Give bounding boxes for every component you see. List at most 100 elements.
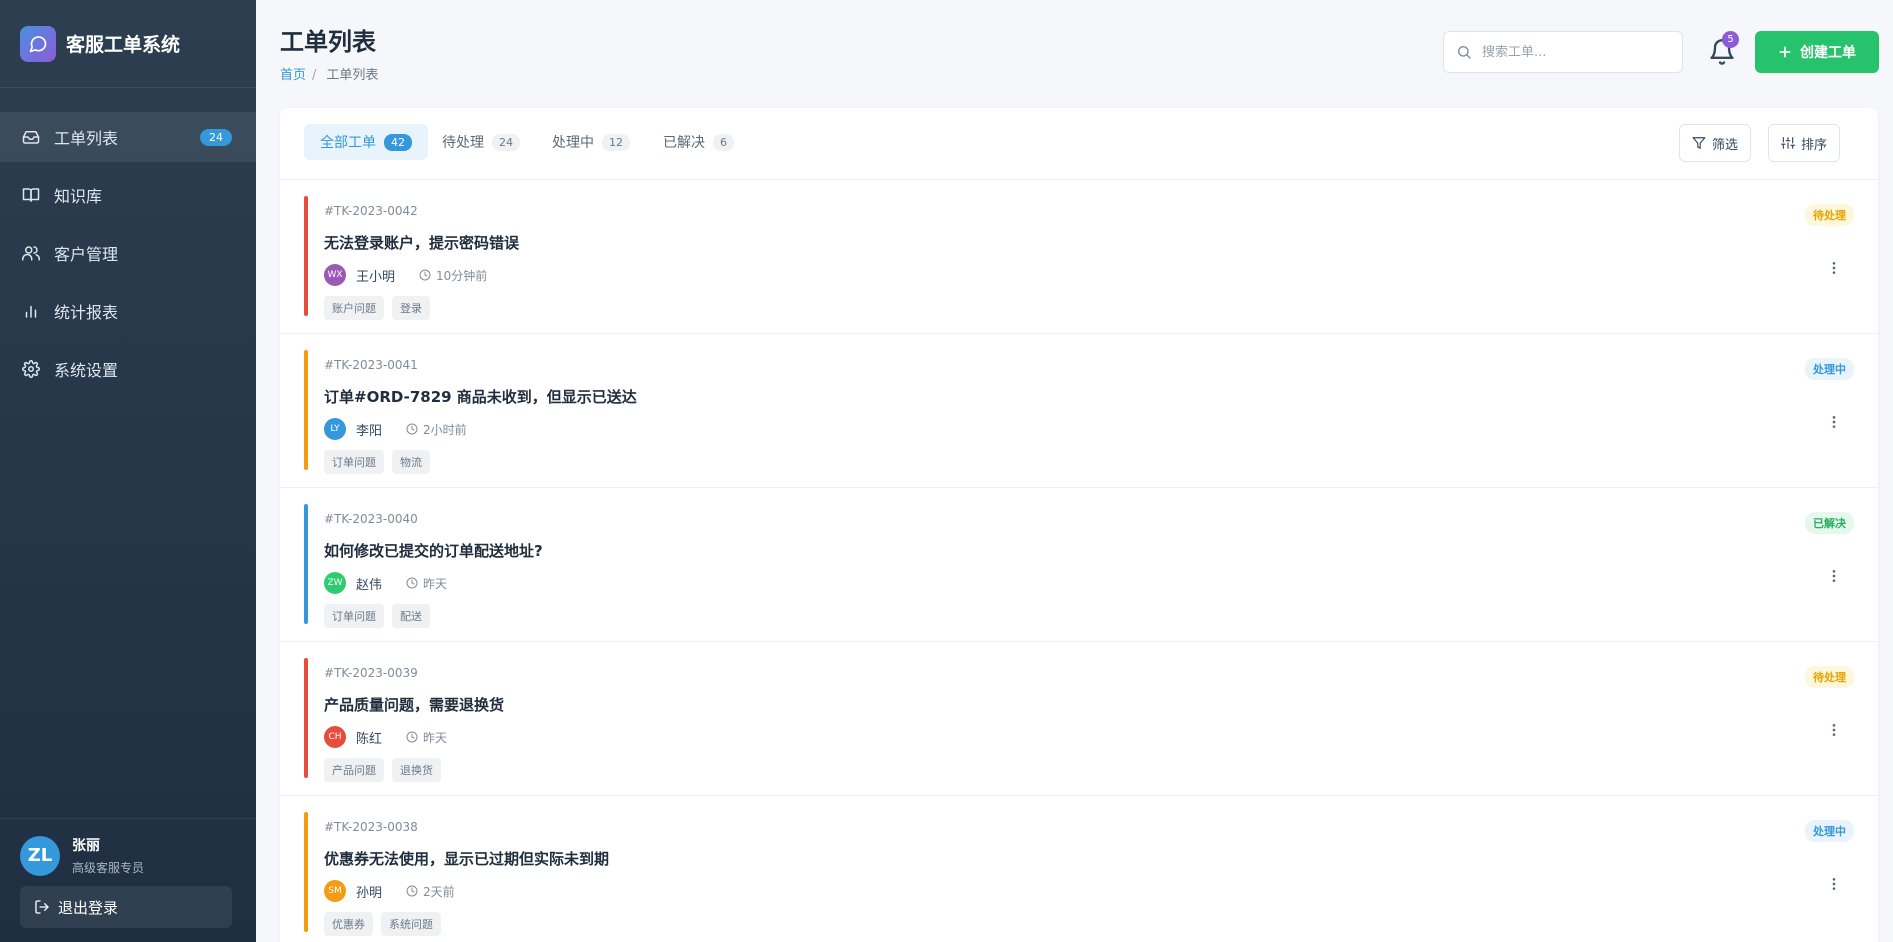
- ticket-row[interactable]: #TK-2023-0041 订单#ORD-7829 商品未收到，但显示已送达 L…: [280, 334, 1878, 488]
- ticket-meta: CH 陈红 昨天: [324, 726, 447, 748]
- user-name: 张丽: [72, 838, 100, 854]
- more-vertical-icon[interactable]: [1826, 876, 1842, 892]
- ticket-time-text: 2小时前: [423, 422, 467, 437]
- priority-bar: [304, 658, 308, 778]
- breadcrumb-current: 工单列表: [326, 68, 379, 83]
- sidebar-item-label: 工单列表: [54, 129, 119, 148]
- tab-label: 待处理: [442, 135, 484, 151]
- ticket-row[interactable]: #TK-2023-0040 如何修改已提交的订单配送地址? ZW 赵伟 昨天 订…: [280, 488, 1878, 642]
- ticket-row[interactable]: #TK-2023-0042 无法登录账户，提示密码错误 WX 王小明 10分钟前…: [280, 180, 1878, 334]
- sidebar-item-reports[interactable]: 统计报表: [0, 286, 256, 336]
- clock-icon: [406, 423, 418, 435]
- ticket-tags: 产品问题 退换货: [324, 758, 449, 782]
- notification-badge: 5: [1722, 31, 1739, 48]
- bar-chart-icon: [25, 305, 37, 318]
- tab-resolved[interactable]: 已解决 6: [647, 124, 750, 160]
- sort-label: 排序: [1801, 137, 1828, 153]
- clock-icon: [406, 577, 418, 589]
- ticket-tag: 账户问题: [324, 296, 384, 320]
- ticket-user: 李阳: [356, 423, 383, 439]
- ticket-row[interactable]: #TK-2023-0039 产品质量问题，需要退换货 CH 陈红 昨天 产品问题…: [280, 642, 1878, 796]
- ticket-title[interactable]: 产品质量问题，需要退换货: [324, 694, 504, 715]
- status-badge: 待处理: [1805, 666, 1854, 688]
- ticket-title[interactable]: 无法登录账户，提示密码错误: [324, 232, 519, 253]
- ticket-id: #TK-2023-0041: [324, 358, 418, 372]
- plus-icon: [1779, 46, 1791, 58]
- status-badge: 处理中: [1805, 358, 1854, 380]
- clock-icon: [406, 731, 418, 743]
- ticket-title[interactable]: 如何修改已提交的订单配送地址?: [324, 540, 543, 561]
- chat-bubble-icon: [20, 25, 56, 62]
- filter-label: 筛选: [1712, 137, 1739, 153]
- sidebar-nav: 工单列表 24 知识库 客户管理 统计报表 系统设置: [0, 88, 256, 394]
- sort-button[interactable]: 排序: [1768, 124, 1841, 162]
- ticket-row[interactable]: #TK-2023-0038 优惠券无法使用，显示已过期但实际未到期 SM 孙明 …: [280, 796, 1878, 942]
- ticket-time-text: 2天前: [423, 884, 455, 899]
- sidebar-item-knowledge-base[interactable]: 知识库: [0, 170, 256, 220]
- user-role: 高级客服专员: [72, 861, 145, 875]
- more-vertical-icon[interactable]: [1826, 260, 1842, 276]
- user-panel: ZL 张丽 高级客服专员 退出登录: [0, 818, 256, 942]
- priority-bar: [304, 350, 308, 470]
- more-vertical-icon[interactable]: [1826, 414, 1842, 430]
- ticket-tag: 产品问题: [324, 758, 384, 782]
- ticket-tags: 订单问题 配送: [324, 604, 438, 628]
- ticket-time: 2小时前: [406, 421, 467, 438]
- tabs-bar: 全部工单 42 待处理 24 处理中 12 已解决 6 筛选 排序: [280, 108, 1878, 180]
- tab-pending[interactable]: 待处理 24: [426, 124, 536, 160]
- sidebar: 客服工单系统 工单列表 24 知识库 客户管理 统计报表 系统设置 ZL 张丽: [0, 0, 256, 942]
- create-ticket-label: 创建工单: [1800, 45, 1856, 61]
- page-title: 工单列表: [280, 28, 376, 56]
- sidebar-item-label: 知识库: [54, 187, 103, 206]
- users-icon: [22, 246, 40, 261]
- ticket-user: 孙明: [356, 885, 383, 901]
- ticket-meta: SM 孙明 2天前: [324, 880, 455, 902]
- ticket-time: 昨天: [406, 729, 447, 746]
- logout-button[interactable]: 退出登录: [20, 886, 232, 928]
- search-input[interactable]: [1482, 44, 1662, 60]
- clock-icon: [406, 885, 418, 897]
- ticket-tag: 订单问题: [324, 604, 384, 628]
- main-content: 工单列表 首页 / 工单列表 5 创建工单 全部工单 42 待处理 24 处理中 12 已…: [256, 0, 1893, 942]
- search-box: [1443, 31, 1683, 73]
- tab-count: 12: [602, 133, 630, 151]
- sidebar-item-customers[interactable]: 客户管理: [0, 228, 256, 278]
- filter-button[interactable]: 筛选: [1679, 124, 1752, 162]
- ticket-user: 赵伟: [356, 577, 383, 593]
- sliders-icon: [1781, 137, 1795, 149]
- ticket-time: 昨天: [406, 575, 447, 592]
- avatar: SM: [324, 880, 346, 902]
- ticket-time-text: 昨天: [423, 576, 448, 591]
- ticket-tag: 优惠券: [324, 912, 373, 936]
- ticket-time-text: 昨天: [423, 730, 448, 745]
- more-vertical-icon[interactable]: [1826, 568, 1842, 584]
- ticket-tags: 订单问题 物流: [324, 450, 438, 474]
- ticket-time: 10分钟前: [419, 267, 487, 284]
- ticket-title[interactable]: 订单#ORD-7829 商品未收到，但显示已送达: [324, 386, 637, 407]
- ticket-time-text: 10分钟前: [436, 268, 488, 283]
- ticket-meta: ZW 赵伟 昨天: [324, 572, 447, 594]
- ticket-tag: 退换货: [392, 758, 441, 782]
- ticket-meta: LY 李阳 2小时前: [324, 418, 467, 440]
- more-vertical-icon[interactable]: [1826, 722, 1842, 738]
- tab-processing[interactable]: 处理中 12: [536, 124, 646, 160]
- create-ticket-button[interactable]: 创建工单: [1755, 31, 1879, 73]
- ticket-tag: 系统问题: [381, 912, 441, 936]
- breadcrumb-separator: /: [312, 68, 317, 83]
- logout-icon: [35, 900, 49, 914]
- ticket-id: #TK-2023-0040: [324, 512, 418, 526]
- tab-label: 处理中: [552, 135, 594, 151]
- priority-bar: [304, 196, 308, 316]
- sidebar-item-settings[interactable]: 系统设置: [0, 344, 256, 394]
- ticket-tag: 登录: [392, 296, 430, 320]
- tab-count: 24: [492, 133, 520, 151]
- ticket-title[interactable]: 优惠券无法使用，显示已过期但实际未到期: [324, 848, 609, 869]
- ticket-tags: 账户问题 登录: [324, 296, 438, 320]
- ticket-tag: 订单问题: [324, 450, 384, 474]
- ticket-meta: WX 王小明 10分钟前: [324, 264, 487, 286]
- inbox-icon: [22, 131, 40, 144]
- sidebar-item-tickets[interactable]: 工单列表 24: [0, 112, 256, 162]
- breadcrumb-home[interactable]: 首页: [280, 68, 306, 83]
- status-badge: 待处理: [1805, 204, 1854, 226]
- tab-all[interactable]: 全部工单 42: [304, 124, 428, 160]
